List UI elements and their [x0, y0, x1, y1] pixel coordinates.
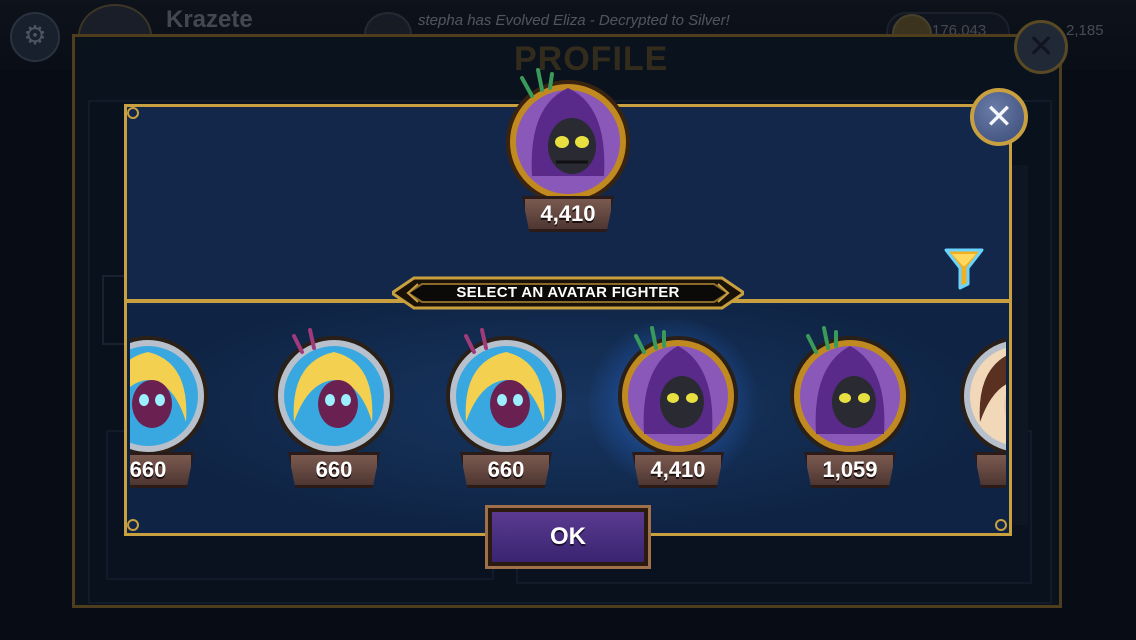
avatar-option[interactable]: [264, 322, 404, 462]
avatar-portrait: [274, 328, 394, 456]
avatar-score: 4,410: [632, 452, 724, 488]
avatar-portrait: [446, 328, 566, 456]
avatar-portrait: [618, 326, 738, 456]
avatar-option[interactable]: [130, 322, 218, 462]
filter-button[interactable]: [942, 244, 986, 290]
avatar-option[interactable]: [780, 322, 920, 462]
avatar-option[interactable]: [436, 322, 576, 462]
current-avatar-score: 4,410: [522, 196, 614, 232]
close-icon: ✕: [984, 97, 1014, 137]
modal-close-button[interactable]: ✕: [970, 88, 1028, 146]
avatar-score: 660: [288, 452, 380, 488]
avatar-option[interactable]: [950, 322, 1006, 462]
corner-ornament: [127, 107, 139, 119]
avatar-portrait: [130, 336, 208, 456]
current-avatar: [492, 66, 644, 202]
avatar-score: 1,059: [804, 452, 896, 488]
avatar-portrait: [960, 337, 1006, 455]
avatar-score: 660: [460, 452, 552, 488]
ok-button[interactable]: OK: [485, 505, 651, 569]
filter-icon: [944, 248, 984, 290]
avatar-score: 8: [974, 452, 1006, 488]
avatar-option[interactable]: [608, 322, 748, 462]
avatar-carousel[interactable]: 660 660 660 4,410 1,059 8: [130, 306, 1006, 532]
avatar-portrait: [790, 326, 910, 456]
banner-title: SELECT AN AVATAR FIGHTER: [456, 284, 680, 301]
avatar-score: 660: [130, 452, 194, 488]
